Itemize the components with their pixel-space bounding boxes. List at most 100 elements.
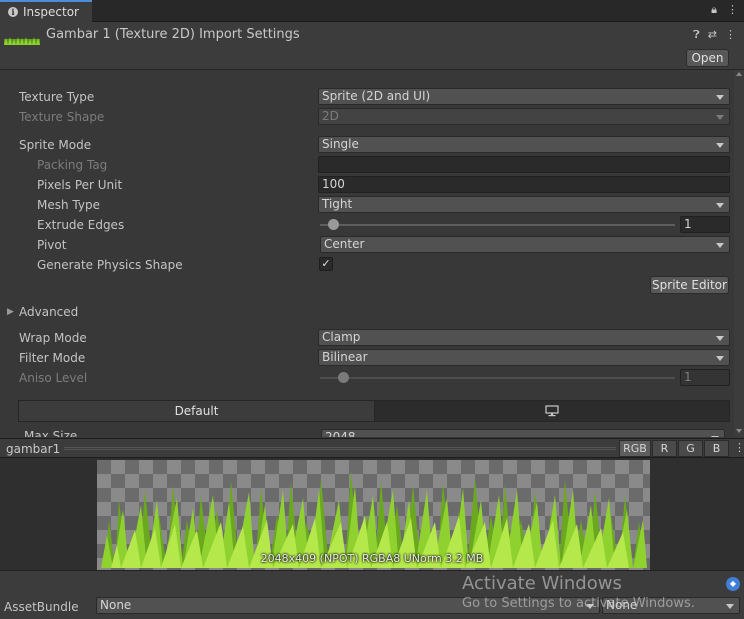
packing-tag-field[interactable] (318, 156, 730, 173)
kebab-menu-icon[interactable]: ⋮ (727, 3, 738, 17)
asset-bundle-bar: ◆ AssetBundle None None (0, 570, 744, 619)
chevron-down-icon (716, 356, 724, 361)
sprite-mode-dropdown[interactable]: Single (318, 136, 730, 153)
extrude-edges-row: Extrude Edges 1 (0, 215, 736, 235)
physics-shape-label: Generate Physics Shape (37, 258, 183, 272)
extrude-edges-slider: 1 (318, 216, 730, 233)
chevron-down-icon (716, 143, 724, 148)
extrude-edges-label: Extrude Edges (37, 218, 125, 232)
max-size-dropdown[interactable]: 2048 (321, 429, 725, 437)
scroll-down-icon[interactable] (736, 429, 742, 433)
max-size-row: Max Size 2048 (18, 423, 730, 437)
chevron-down-icon (726, 604, 734, 609)
texture-info-label: 2048x409 (NPOT) RGBA8 UNorm 3.2 MB (260, 552, 484, 565)
physics-shape-control: ✓ (318, 256, 730, 273)
slider-handle (338, 372, 349, 383)
asset-bundle-name-dropdown[interactable]: None (96, 597, 600, 614)
sprite-mode-row: Sprite Mode Single (0, 135, 736, 155)
filter-mode-label: Filter Mode (19, 351, 86, 365)
tab-default-platform[interactable]: Default (19, 401, 375, 421)
channel-g-button[interactable]: G (678, 440, 703, 457)
sprite-editor-button[interactable]: Sprite Editor (650, 276, 729, 294)
aniso-level-slider: 1 (318, 369, 730, 386)
pivot-value: Center (324, 237, 365, 251)
pivot-dropdown[interactable]: Center (320, 236, 730, 253)
asset-bundle-variant-value: None (606, 598, 638, 612)
slider-track (320, 377, 675, 379)
mesh-type-row: Mesh Type Tight (0, 195, 736, 215)
foldout-arrow-icon: ▶ (7, 307, 14, 317)
chevron-down-icon (716, 115, 724, 120)
open-button[interactable]: Open (686, 49, 729, 67)
chevron-down-icon (716, 336, 724, 341)
texture-shape-label: Texture Shape (19, 110, 105, 124)
texture-type-row: Texture Type Sprite (2D and UI) (0, 87, 736, 107)
advanced-foldout[interactable]: ▶ Advanced (0, 302, 736, 322)
texture-type-value: Sprite (2D and UI) (322, 89, 431, 103)
wrap-mode-value: Clamp (322, 330, 361, 344)
slider-track[interactable] (320, 224, 675, 226)
advanced-label: Advanced (19, 305, 79, 319)
chevron-down-icon (711, 436, 719, 437)
chevron-down-icon (586, 604, 594, 609)
preview-toolbar: gambar1 RGB R G B ⋮ (0, 438, 744, 458)
aniso-level-field: 1 (680, 369, 730, 386)
page-title: Gambar 1 (Texture 2D) Import Settings (46, 27, 300, 42)
channel-rgb-button[interactable]: RGB (619, 440, 651, 457)
max-size-label: Max Size (24, 429, 78, 437)
preview-title: gambar1 (6, 442, 61, 456)
header-icons: ❓︎ ⇄ ⋮ (693, 28, 736, 42)
asset-bundle-name-value: None (100, 598, 132, 612)
sprite-mode-value: Single (322, 137, 359, 151)
pivot-row: Pivot Center (0, 235, 736, 255)
preview-resize-handle[interactable] (64, 447, 616, 450)
scroll-up-icon[interactable] (736, 72, 742, 76)
help-icon[interactable]: ❓︎ (693, 28, 700, 42)
tab-tools: 🔒︎ ⋮ (711, 3, 738, 17)
platform-tabs: Default (18, 400, 730, 422)
inspector-header: Gambar 1 (Texture 2D) Import Settings ❓︎… (0, 22, 744, 70)
preset-icon[interactable]: ⇄ (708, 28, 717, 42)
aniso-level-label: Aniso Level (19, 371, 88, 385)
pixels-per-unit-field[interactable]: 100 (318, 176, 730, 193)
tab-label: Inspector (23, 5, 79, 19)
tab-inspector[interactable]: i Inspector (0, 0, 92, 22)
texture-shape-dropdown: 2D (318, 108, 730, 125)
kebab-menu-icon[interactable]: ⋮ (725, 28, 736, 42)
monitor-icon (545, 405, 559, 417)
channel-r-button[interactable]: R (652, 440, 677, 457)
asset-bundle-label: AssetBundle (4, 600, 79, 614)
pixels-per-unit-label: Pixels Per Unit (37, 178, 123, 192)
kebab-menu-icon[interactable]: ⋮ (734, 441, 744, 454)
chevron-down-icon (716, 243, 724, 248)
sprite-mode-label: Sprite Mode (19, 138, 92, 152)
physics-shape-checkbox[interactable]: ✓ (319, 257, 333, 271)
max-size-value: 2048 (325, 430, 356, 437)
texture-shape-value: 2D (322, 109, 339, 123)
filter-mode-row: Filter Mode Bilinear (0, 348, 736, 368)
tag-icon[interactable]: ◆ (726, 577, 740, 591)
mesh-type-label: Mesh Type (37, 198, 100, 212)
packing-tag-row: Packing Tag (0, 155, 736, 175)
lock-icon[interactable]: 🔒︎ (711, 3, 717, 17)
filter-mode-dropdown[interactable]: Bilinear (318, 349, 730, 366)
asset-bundle-variant-dropdown[interactable]: None (602, 597, 740, 614)
inspector-scrollbar[interactable] (734, 70, 744, 437)
tab-pc-platform[interactable] (375, 401, 729, 421)
tab-bar: i Inspector 🔒︎ ⋮ (0, 0, 744, 22)
mesh-type-dropdown[interactable]: Tight (318, 196, 730, 213)
info-icon: i (8, 7, 18, 17)
chevron-down-icon (716, 95, 724, 100)
channel-b-button[interactable]: B (704, 440, 729, 457)
packing-tag-label: Packing Tag (37, 158, 108, 172)
texture-thumbnail (4, 37, 40, 45)
extrude-edges-field[interactable]: 1 (680, 216, 730, 233)
mesh-type-value: Tight (322, 197, 353, 211)
wrap-mode-dropdown[interactable]: Clamp (318, 329, 730, 346)
aniso-level-row: Aniso Level 1 (0, 368, 736, 388)
texture-type-dropdown[interactable]: Sprite (2D and UI) (318, 88, 730, 105)
slider-handle[interactable] (328, 219, 339, 230)
pivot-label: Pivot (37, 238, 67, 252)
texture-type-label: Texture Type (19, 90, 95, 104)
pixels-per-unit-row: Pixels Per Unit 100 (0, 175, 736, 195)
